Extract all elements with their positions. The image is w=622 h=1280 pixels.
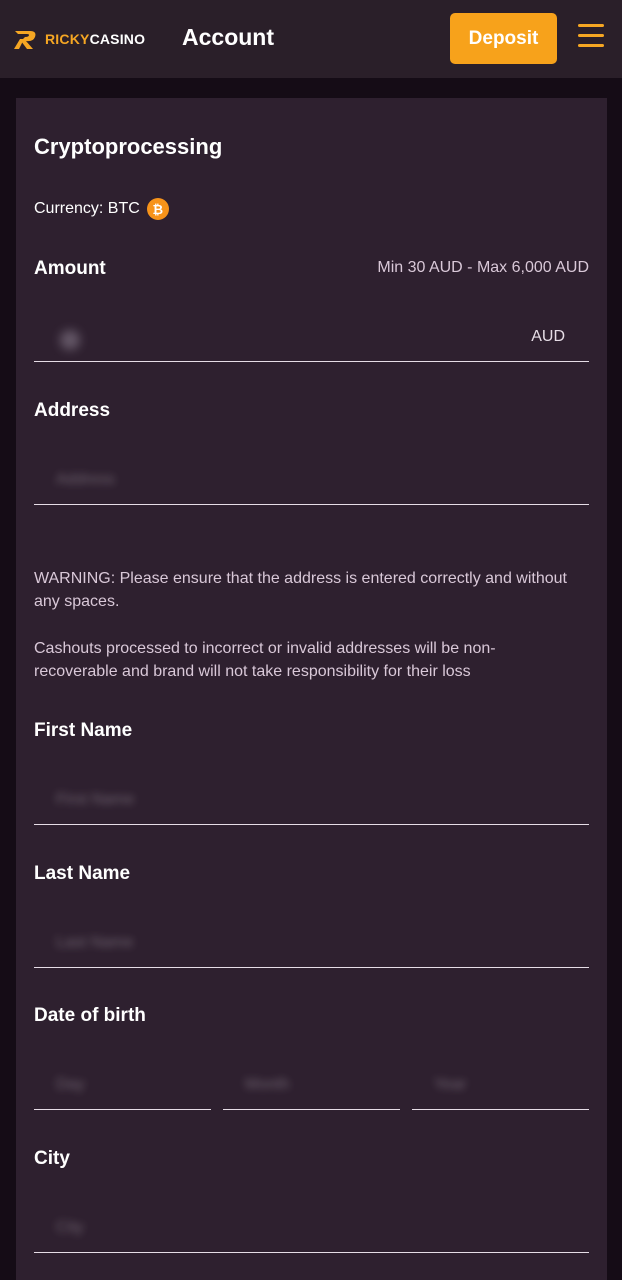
amount-currency-suffix: AUD — [531, 328, 565, 345]
dob-year-input[interactable] — [412, 1060, 589, 1109]
first-name-field[interactable] — [34, 775, 589, 825]
address-field[interactable] — [34, 455, 589, 505]
dob-month-field[interactable] — [223, 1060, 400, 1110]
form-title: Cryptoprocessing — [34, 134, 223, 159]
last-name-field[interactable] — [34, 918, 589, 968]
currency-text: Currency: BTC — [34, 200, 140, 217]
address-input[interactable] — [34, 455, 589, 504]
dob-label: Date of birth — [34, 1005, 146, 1026]
withdrawal-form-card: Cryptoprocessing Currency: BTC ₿ Amount … — [16, 98, 607, 1280]
address-label: Address — [34, 400, 111, 421]
ricky-logo-icon — [14, 31, 36, 49]
city-input[interactable] — [34, 1203, 589, 1252]
last-name-input[interactable] — [34, 918, 589, 967]
logo-text: RICKYCASINO — [45, 31, 146, 47]
cashout-warning: Cashouts processed to incorrect or inval… — [34, 640, 496, 680]
page-title: Account — [182, 24, 274, 50]
first-name-label: First Name — [34, 720, 133, 741]
amount-input[interactable] — [34, 312, 589, 361]
dob-month-input[interactable] — [223, 1060, 400, 1109]
amount-limits: Min 30 AUD - Max 6,000 AUD — [377, 259, 589, 276]
amount-field[interactable]: AUD — [34, 312, 589, 362]
dob-year-field[interactable] — [412, 1060, 589, 1110]
amount-value-blurred — [60, 330, 80, 350]
first-name-input[interactable] — [34, 775, 589, 824]
dob-day-field[interactable] — [34, 1060, 211, 1110]
address-warning: WARNING: Please ensure that the address … — [34, 570, 567, 610]
hamburger-menu-icon[interactable] — [578, 24, 608, 52]
top-bar: RICKYCASINO Account Deposit — [0, 0, 622, 78]
deposit-button[interactable]: Deposit — [450, 13, 557, 64]
last-name-label: Last Name — [34, 863, 131, 884]
city-field[interactable] — [34, 1203, 589, 1253]
bitcoin-icon: ₿ — [146, 198, 169, 220]
city-label: City — [34, 1148, 70, 1169]
ricky-casino-logo[interactable]: RICKYCASINO — [12, 26, 145, 52]
dob-day-input[interactable] — [34, 1060, 211, 1109]
amount-label: Amount — [34, 258, 106, 279]
currency-info: Currency: BTC ₿ — [34, 198, 169, 220]
